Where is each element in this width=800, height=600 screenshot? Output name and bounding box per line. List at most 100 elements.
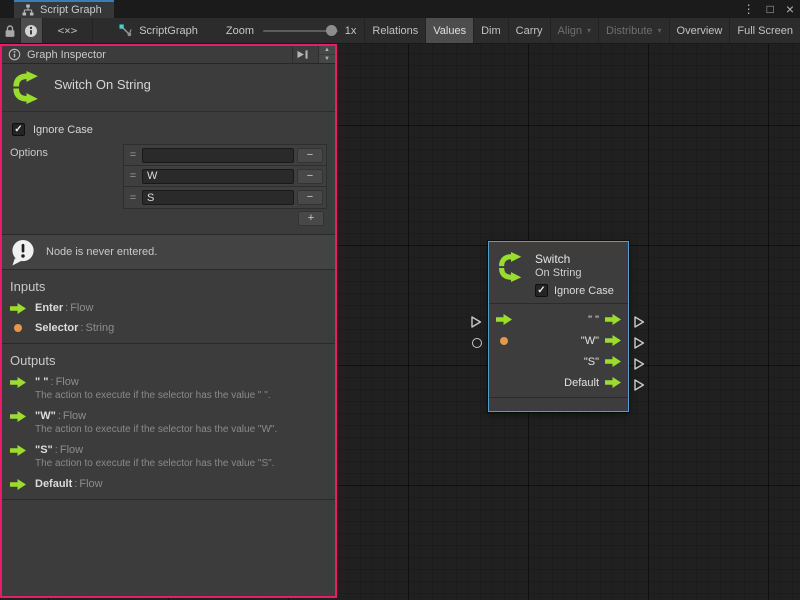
option-input-1[interactable]	[142, 169, 294, 184]
external-output-port-default[interactable]	[633, 378, 645, 392]
drag-handle[interactable]: =	[124, 170, 142, 182]
output-port-s: "S":Flow	[10, 444, 327, 456]
option-input-2[interactable]	[142, 190, 294, 205]
output-port-default: Default:Flow	[10, 478, 327, 490]
remove-option-button[interactable]: −	[297, 190, 323, 205]
ignore-case-checkbox[interactable]: ✓	[535, 284, 548, 297]
overview-button[interactable]: Overview	[669, 18, 730, 43]
outputs-header: Outputs	[10, 353, 327, 368]
option-row: = −	[124, 187, 326, 208]
dock-panel-button[interactable]	[292, 46, 312, 63]
node-settings-form: ✓ Ignore Case Options = − = −	[2, 112, 335, 234]
hollow-triangle-icon	[633, 315, 645, 329]
drag-handle[interactable]: =	[124, 192, 142, 204]
ignore-case-row: ✓ Ignore Case	[12, 123, 327, 136]
hollow-triangle-icon	[633, 378, 645, 392]
node-ignore-case-row: ✓ Ignore Case	[535, 284, 614, 297]
graph-reference-icon	[119, 24, 132, 37]
output-port-icon[interactable]	[605, 377, 621, 388]
zoom-slider-handle[interactable]	[326, 25, 337, 36]
enter-port-icon[interactable]	[496, 314, 512, 325]
node-footer	[489, 397, 628, 409]
full-screen-button[interactable]: Full Screen	[729, 18, 800, 43]
warning-icon	[10, 239, 37, 266]
scroll-down-icon[interactable]: ▼	[319, 54, 335, 63]
zoom-value: 1x	[345, 18, 357, 43]
values-button[interactable]: Values	[425, 18, 473, 43]
hollow-circle-icon	[472, 338, 482, 348]
string-port-icon	[14, 324, 22, 332]
warning-banner: Node is never entered.	[2, 234, 335, 270]
options-label: Options	[10, 144, 123, 159]
output-port-icon[interactable]	[605, 314, 621, 325]
title-bar: Script Graph ⋮ □ ×	[0, 0, 800, 18]
close-icon[interactable]: ×	[786, 0, 794, 18]
code-preview-button[interactable]: <×>	[43, 18, 94, 43]
external-selector-port[interactable]	[472, 338, 482, 348]
lock-button[interactable]	[0, 18, 21, 43]
minus-icon: −	[307, 171, 313, 182]
zoom-slider[interactable]	[263, 18, 338, 43]
external-enter-port[interactable]	[470, 315, 482, 329]
dim-button[interactable]: Dim	[473, 18, 508, 43]
node-ports: " " "W" "S" Default	[489, 303, 628, 397]
check-icon: ✓	[537, 286, 545, 296]
add-option-button[interactable]: +	[298, 211, 324, 226]
external-output-port-w[interactable]	[633, 336, 645, 350]
option-row: = −	[124, 145, 326, 166]
ignore-case-label: Ignore Case	[33, 124, 93, 136]
node-title: Switch On String	[54, 77, 151, 92]
inspector-toggle-button[interactable]	[21, 18, 42, 43]
lock-icon	[4, 24, 16, 38]
tab-title: Script Graph	[40, 4, 102, 16]
node-title-block: Switch On String	[2, 64, 335, 112]
external-output-port-space[interactable]	[633, 315, 645, 329]
script-graph-tab-icon	[22, 4, 34, 16]
inspector-title: Graph Inspector	[27, 49, 106, 61]
graph-reference-breadcrumb[interactable]: ScriptGraph	[119, 18, 198, 43]
port-description: The action to execute if the selector ha…	[35, 390, 327, 402]
remove-option-button[interactable]: −	[297, 148, 323, 163]
relations-button[interactable]: Relations	[364, 18, 425, 43]
option-input-0[interactable]	[142, 148, 294, 163]
ignore-case-checkbox[interactable]: ✓	[12, 123, 25, 136]
window-controls: ⋮ □ ×	[743, 0, 794, 18]
selector-port-icon[interactable]	[500, 337, 508, 345]
minus-icon: −	[307, 192, 313, 203]
ignore-case-label: Ignore Case	[554, 285, 614, 297]
hollow-triangle-icon	[633, 357, 645, 371]
inputs-header: Inputs	[10, 279, 327, 294]
align-dropdown-button[interactable]: Align ▾	[550, 18, 598, 43]
toolbar-buttons: Relations Values Dim Carry Align ▾ Distr…	[364, 18, 800, 43]
distribute-dropdown-button[interactable]: Distribute ▾	[598, 18, 668, 43]
switch-on-string-node[interactable]: Switch On String ✓ Ignore Case " " "W"	[488, 241, 629, 412]
port-description: The action to execute if the selector ha…	[35, 458, 327, 470]
flow-arrow-icon	[10, 303, 26, 314]
input-port-selector: Selector:String	[10, 322, 327, 334]
graph-toolbar: <×> ScriptGraph Zoom 1x Relations Values…	[0, 18, 800, 44]
scroll-up-icon[interactable]: ▲	[319, 46, 335, 54]
warning-text: Node is never entered.	[46, 246, 157, 258]
drag-handle[interactable]: =	[124, 149, 142, 161]
inspector-header: Graph Inspector ▲ ▼	[2, 46, 335, 64]
switch-node-icon	[10, 71, 43, 104]
remove-option-button[interactable]: −	[297, 169, 323, 184]
output-port-icon[interactable]	[605, 356, 621, 367]
external-output-port-s[interactable]	[633, 357, 645, 371]
tab-script-graph[interactable]: Script Graph	[14, 0, 114, 18]
output-port-w: "W":Flow	[10, 410, 327, 422]
option-row: = −	[124, 166, 326, 187]
carry-button[interactable]: Carry	[508, 18, 550, 43]
flow-arrow-icon	[10, 411, 26, 422]
inputs-section: Inputs Enter:Flow Selector:String	[2, 270, 335, 344]
input-port-enter: Enter:Flow	[10, 302, 327, 314]
chevron-down-icon: ▾	[587, 26, 591, 35]
output-port-icon[interactable]	[605, 335, 621, 346]
zoom-label: Zoom	[226, 18, 254, 43]
output-port-space: " ":Flow	[10, 376, 327, 388]
switch-node-icon	[496, 252, 526, 282]
window-menu-icon[interactable]: ⋮	[743, 0, 755, 18]
dock-icon	[296, 49, 309, 60]
maximize-icon[interactable]: □	[767, 0, 774, 18]
node-header: Switch On String ✓ Ignore Case	[489, 242, 628, 303]
